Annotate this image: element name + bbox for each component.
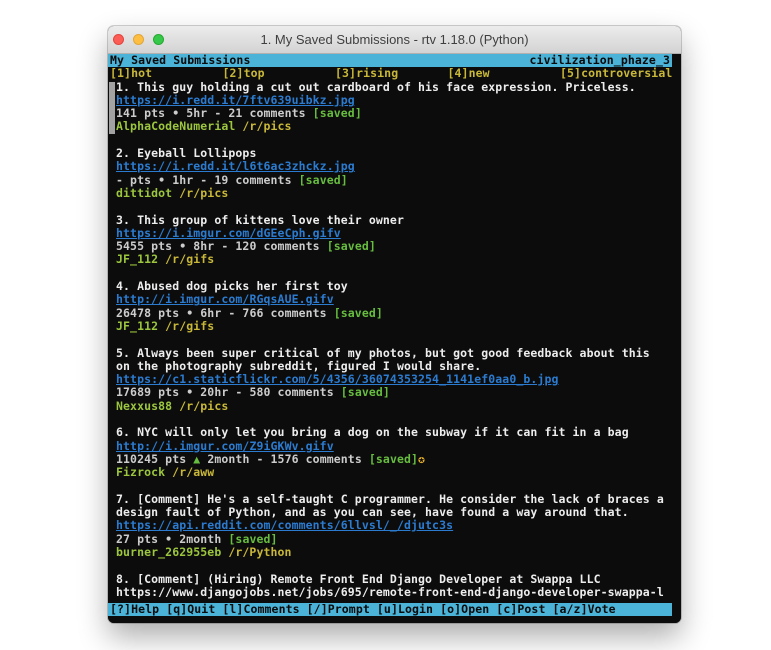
submission-url-link[interactable]: https://api.reddit.com/comments/6llvsl/_… xyxy=(116,519,681,532)
tab-top[interactable]: [2]top xyxy=(223,67,336,80)
saved-badge: [saved] xyxy=(341,385,390,399)
submission-title: 8. [Comment] (Hiring) Remote Front End D… xyxy=(116,573,681,586)
help-bar: [?]Help [q]Quit [l]Comments [/]Prompt [u… xyxy=(108,603,672,616)
submission-url-link[interactable]: https://i.imgur.com/dGEeCph.gifv xyxy=(116,227,681,240)
submission-title: 4. Abused dog picks her first toy xyxy=(116,280,681,293)
subreddit-link[interactable]: /r/pics xyxy=(179,399,228,413)
saved-badge: [saved] xyxy=(369,452,418,466)
submission-item-3[interactable]: 3. This group of kittens love their owne… xyxy=(116,214,681,267)
logged-in-username: civilization_phaze_3 xyxy=(530,54,670,67)
author-link[interactable]: JF_112 xyxy=(116,252,158,266)
author-link[interactable]: burner_262955eb xyxy=(116,545,221,559)
saved-badge: [saved] xyxy=(313,106,362,120)
submission-stats: 26478 pts • 6hr - 766 comments [saved] xyxy=(116,307,681,320)
subreddit-link[interactable]: /r/Python xyxy=(228,545,291,559)
submission-byline: JF_112/r/gifs xyxy=(116,320,681,333)
submission-title: 5. Always been super critical of my phot… xyxy=(116,347,672,374)
close-button[interactable] xyxy=(113,34,124,45)
page-title: My Saved Submissions xyxy=(110,54,250,67)
saved-badge: [saved] xyxy=(327,239,376,253)
saved-badge: [saved] xyxy=(299,173,348,187)
submission-stats: 110245 pts ▲ 2month - 1576 comments [sav… xyxy=(116,453,681,466)
minimize-button[interactable] xyxy=(133,34,144,45)
comment-body-line: https://www.djangojobs.net/jobs/695/remo… xyxy=(116,586,681,599)
submission-item-1[interactable]: 1. This guy holding a cut out cardboard … xyxy=(116,81,681,134)
status-bar: My Saved Submissions civilization_phaze_… xyxy=(108,54,672,67)
submission-byline: Fizrock/r/aww xyxy=(116,466,681,479)
tab-hot[interactable]: [1]hot xyxy=(110,67,223,80)
submission-url-link[interactable]: https://i.redd.it/7ftv639uibkz.jpg xyxy=(116,94,681,107)
app-window: 1. My Saved Submissions - rtv 1.18.0 (Py… xyxy=(108,26,681,623)
submission-byline: Nexxus88/r/pics xyxy=(116,400,681,413)
subreddit-link[interactable]: /r/aww xyxy=(172,465,214,479)
submission-title: 1. This guy holding a cut out cardboard … xyxy=(116,81,681,94)
subreddit-link[interactable]: /r/gifs xyxy=(165,319,214,333)
submission-stats: 27 pts • 2month [saved] xyxy=(116,533,681,546)
submission-stats: 17689 pts • 20hr - 580 comments [saved] xyxy=(116,386,681,399)
subreddit-link[interactable]: /r/pics xyxy=(242,119,291,133)
author-link[interactable]: Fizrock xyxy=(116,465,165,479)
submission-url-link[interactable]: https://c1.staticflickr.com/5/4356/36074… xyxy=(116,373,681,386)
submission-url-link[interactable]: http://i.imgur.com/Z9iGKWv.gifv xyxy=(116,440,681,453)
submission-byline: AlphaCodeNumerial/r/pics xyxy=(116,120,681,133)
subreddit-link[interactable]: /r/gifs xyxy=(165,252,214,266)
subreddit-link[interactable]: /r/pics xyxy=(179,186,228,200)
gilded-star-icon: ✪ xyxy=(418,452,425,466)
shortcut-hints: [?]Help [q]Quit [l]Comments [/]Prompt [u… xyxy=(110,603,616,616)
submission-item-6[interactable]: 6. NYC will only let you bring a dog on … xyxy=(116,426,681,479)
submission-item-2[interactable]: 2. Eyeball Lollipops https://i.redd.it/l… xyxy=(116,147,681,200)
zoom-button[interactable] xyxy=(153,34,164,45)
window-title: 1. My Saved Submissions - rtv 1.18.0 (Py… xyxy=(260,32,528,47)
submission-url-link[interactable]: https://i.redd.it/l6t6ac3zhckz.jpg xyxy=(116,160,681,173)
submission-url-link[interactable]: http://i.imgur.com/RGqsAUE.gifv xyxy=(116,293,681,306)
traffic-lights xyxy=(113,26,164,53)
submission-title: 2. Eyeball Lollipops xyxy=(116,147,681,160)
titlebar[interactable]: 1. My Saved Submissions - rtv 1.18.0 (Py… xyxy=(108,26,681,54)
sort-tab-bar: [1]hot [2]top [3]rising [4]new [5]contro… xyxy=(108,67,681,80)
author-link[interactable]: AlphaCodeNumerial xyxy=(116,119,235,133)
tab-new[interactable]: [4]new xyxy=(448,67,561,80)
submission-byline: dittidot/r/pics xyxy=(116,187,681,200)
terminal: My Saved Submissions civilization_phaze_… xyxy=(108,54,681,623)
submission-stats: 141 pts • 5hr - 21 comments [saved] xyxy=(116,107,681,120)
author-link[interactable]: dittidot xyxy=(116,186,172,200)
submission-title: 3. This group of kittens love their owne… xyxy=(116,214,681,227)
author-link[interactable]: Nexxus88 xyxy=(116,399,172,413)
submission-list: 1. This guy holding a cut out cardboard … xyxy=(108,81,681,613)
submission-stats: - pts • 1hr - 19 comments [saved] xyxy=(116,174,681,187)
saved-badge: [saved] xyxy=(228,532,277,546)
submission-title: 6. NYC will only let you bring a dog on … xyxy=(116,426,681,439)
tab-rising[interactable]: [3]rising xyxy=(335,67,448,80)
author-link[interactable]: JF_112 xyxy=(116,319,158,333)
submission-byline: burner_262955eb/r/Python xyxy=(116,546,681,559)
submission-item-7[interactable]: 7. [Comment] He's a self-taught C progra… xyxy=(116,493,681,559)
submission-byline: JF_112/r/gifs xyxy=(116,253,681,266)
tab-controversial[interactable]: [5]controversial xyxy=(560,67,673,80)
submission-title: 7. [Comment] He's a self-taught C progra… xyxy=(116,493,672,520)
submission-item-5[interactable]: 5. Always been super critical of my phot… xyxy=(116,347,681,413)
submission-item-4[interactable]: 4. Abused dog picks her first toy http:/… xyxy=(116,280,681,333)
saved-badge: [saved] xyxy=(334,306,383,320)
submission-stats: 5455 pts • 8hr - 120 comments [saved] xyxy=(116,240,681,253)
